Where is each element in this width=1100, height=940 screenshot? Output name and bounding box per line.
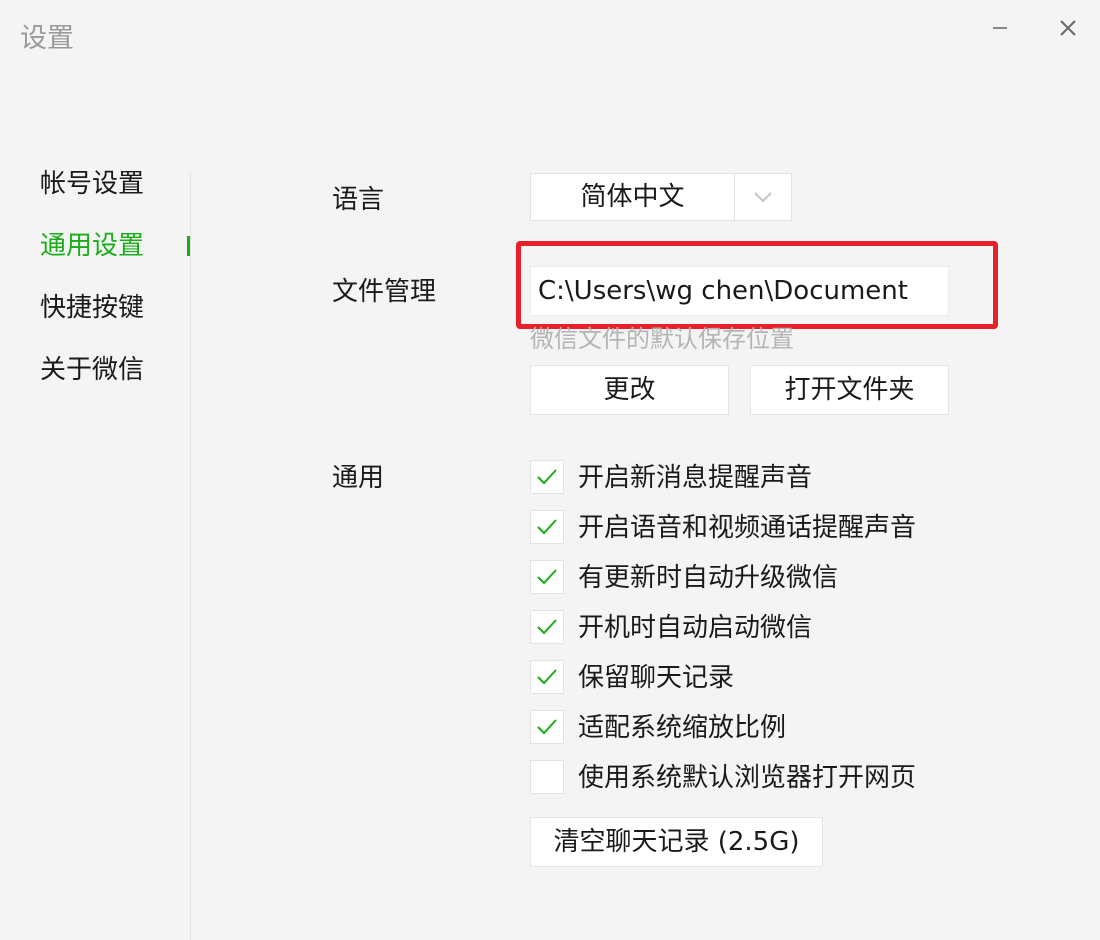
language-label: 语言 xyxy=(332,185,385,215)
minimize-button[interactable] xyxy=(980,10,1020,46)
general-label: 通用 xyxy=(332,463,385,493)
option-label: 有更新时自动升级微信 xyxy=(578,563,839,593)
checkbox[interactable] xyxy=(530,610,564,644)
checkbox[interactable] xyxy=(530,560,564,594)
option-label: 开启语音和视频通话提醒声音 xyxy=(578,513,917,543)
settings-window: 设置 帐号设置 通用设置 快捷按键 关于微信 语言 简体中文 文件管理 C:\U… xyxy=(0,0,1100,940)
option-label: 开机时自动启动微信 xyxy=(578,613,813,643)
checkmark-icon xyxy=(537,719,557,735)
clear-history-button[interactable]: 清空聊天记录 (2.5G) xyxy=(530,817,823,867)
window-title: 设置 xyxy=(20,23,74,54)
language-select[interactable]: 简体中文 xyxy=(530,173,792,221)
file-path-field: C:\Users\wg chen\Document xyxy=(530,266,949,316)
option-label: 适配系统缩放比例 xyxy=(578,713,787,743)
checkbox[interactable] xyxy=(530,710,564,744)
sidebar-item-account[interactable]: 帐号设置 xyxy=(40,164,144,204)
sidebar-divider xyxy=(190,172,191,940)
checkmark-icon xyxy=(537,569,557,585)
sidebar-item-shortcuts[interactable]: 快捷按键 xyxy=(40,288,144,328)
checkmark-icon xyxy=(537,519,557,535)
close-icon xyxy=(1060,20,1076,36)
checkmark-icon xyxy=(537,619,557,635)
file-path-hint: 微信文件的默认保存位置 xyxy=(530,325,794,353)
checkmark-icon xyxy=(537,469,557,485)
checkbox[interactable] xyxy=(530,760,564,794)
minimize-icon xyxy=(993,27,1007,29)
option-label: 使用系统默认浏览器打开网页 xyxy=(578,763,917,793)
checkbox[interactable] xyxy=(530,660,564,694)
option-label: 保留聊天记录 xyxy=(578,663,735,693)
sidebar-item-general[interactable]: 通用设置 xyxy=(40,226,144,266)
checkmark-icon xyxy=(537,669,557,685)
close-button[interactable] xyxy=(1048,10,1088,46)
checkbox[interactable] xyxy=(530,460,564,494)
change-path-button[interactable]: 更改 xyxy=(530,365,729,415)
checkbox[interactable] xyxy=(530,510,564,544)
language-selected-value: 简体中文 xyxy=(580,182,685,212)
language-dropdown-arrow[interactable] xyxy=(735,174,791,220)
file-management-label: 文件管理 xyxy=(332,277,437,307)
open-folder-button[interactable]: 打开文件夹 xyxy=(750,365,949,415)
sidebar-item-about[interactable]: 关于微信 xyxy=(40,350,144,390)
option-label: 开启新消息提醒声音 xyxy=(578,463,813,493)
chevron-down-icon xyxy=(754,192,772,203)
